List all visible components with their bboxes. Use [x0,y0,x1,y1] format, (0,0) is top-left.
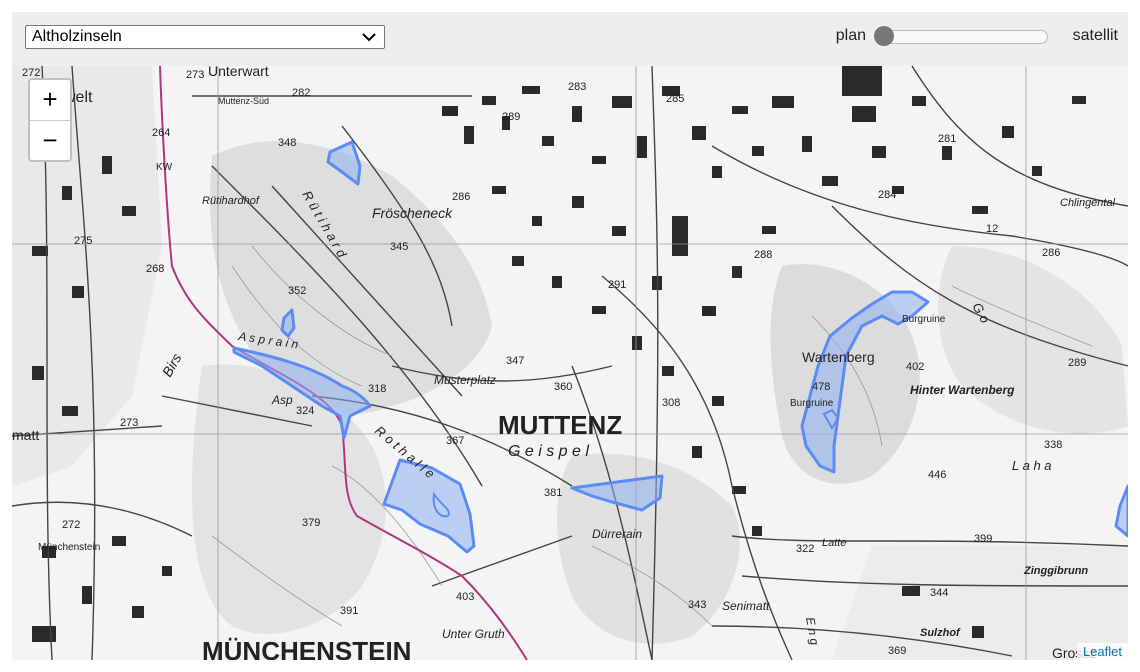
elev-308: 308 [662,397,680,409]
elev-264: 264 [152,127,170,139]
muenchenstein-label: MÜNCHENSTEIN [202,636,411,660]
laha-label: L a h a [1012,458,1052,473]
latte-label: Latte [822,537,846,549]
leaflet-attribution-link[interactable]: Leaflet [1076,643,1128,660]
elev-446: 446 [928,469,946,481]
elev-284: 284 [878,189,896,201]
muenchenstein-small-label: Münchenstein [38,542,100,553]
unter-gruth-label: Unter Gruth [442,627,505,641]
layer-select[interactable]: Altholzinseln [25,25,385,49]
elev-399: 399 [974,533,992,545]
sulzhof-label: Sulzhof [920,627,961,639]
chevron-down-icon [362,33,376,42]
elev-347: 347 [506,355,524,367]
map-view[interactable]: MUTTENZ MÜNCHENSTEIN G e i s p e l Frösc… [12,66,1128,660]
burgruine-label-2: Burgruine [790,398,834,409]
matt-label: matt [12,427,39,443]
elev-344: 344 [930,587,948,599]
zinggibrunn-label: Zinggibrunn [1023,565,1088,577]
elev-282: 282 [292,87,310,99]
elev-324: 324 [296,405,314,417]
elev-273a: 273 [186,69,204,81]
senimatt-label: Senimatt [722,599,770,613]
unterwart-label: Unterwart [208,66,269,79]
elev-402: 402 [906,361,924,373]
froescheneck-label: Fröscheneck [372,205,453,221]
elev-343: 343 [688,599,706,611]
satellit-label: satellit [1072,27,1118,44]
elev-345: 345 [390,241,408,253]
map-controls-bar: Altholzinseln plan satellit [12,12,1128,66]
muttenz-sued-label: Muttenz-Süd [218,96,269,106]
layer-select-value: Altholzinseln [32,28,122,45]
burgruine-label-1: Burgruine [902,314,946,325]
basemap-toggle: plan satellit [788,26,1118,48]
elev-352: 352 [288,285,306,297]
elev-12: 12 [986,223,998,235]
chlingental-label: Chlingental [1060,197,1116,209]
zoom-control: + − [28,78,72,162]
geispel-label: G e i s p e l [508,443,589,460]
kw-label: KW [156,162,173,173]
elev-288: 288 [754,249,772,261]
elev-272b: 272 [62,519,80,531]
ruetihardhof-label: Rütihardhof [202,195,260,207]
zoom-out-button[interactable]: − [30,121,70,161]
birs-label: Birs [159,351,185,380]
zoom-in-button[interactable]: + [30,80,70,121]
hinter-wartenberg-label: Hinter Wartenberg [910,383,1015,397]
elev-348: 348 [278,137,296,149]
muttenz-label: MUTTENZ [498,410,622,440]
wartenberg-label: Wartenberg [802,349,875,365]
basemap-slider[interactable] [874,26,1048,46]
elev-403: 403 [456,591,474,603]
elev-286b: 286 [1042,247,1060,259]
elev-381: 381 [544,487,562,499]
elev-286a: 286 [452,191,470,203]
elev-379: 379 [302,517,320,529]
elev-285: 285 [666,93,684,105]
elev-478: 478 [812,381,830,393]
elev-322: 322 [796,543,814,555]
eng-label: E n g [803,616,822,646]
elev-338: 338 [1044,439,1062,451]
duerrerain-label: Dürrerain [592,527,642,541]
elev-289a: 289 [502,111,520,123]
elev-291: 291 [608,279,626,291]
elev-360: 360 [554,381,572,393]
elev-275: 275 [74,235,92,247]
elev-268: 268 [146,263,164,275]
elev-369: 369 [888,645,906,657]
topographic-map: MUTTENZ MÜNCHENSTEIN G e i s p e l Frösc… [12,66,1128,660]
elev-273b: 273 [120,417,138,429]
plan-label: plan [835,27,866,44]
elev-367: 367 [446,435,464,447]
slider-thumb[interactable] [874,26,894,46]
elev-318: 318 [368,383,386,395]
asp-label: Asp [271,393,293,407]
elev-283: 283 [568,81,586,93]
elev-289b: 289 [1068,357,1086,369]
elev-281: 281 [938,133,956,145]
musterplatz-label: Musterplatz [434,373,496,387]
elev-391: 391 [340,605,358,617]
